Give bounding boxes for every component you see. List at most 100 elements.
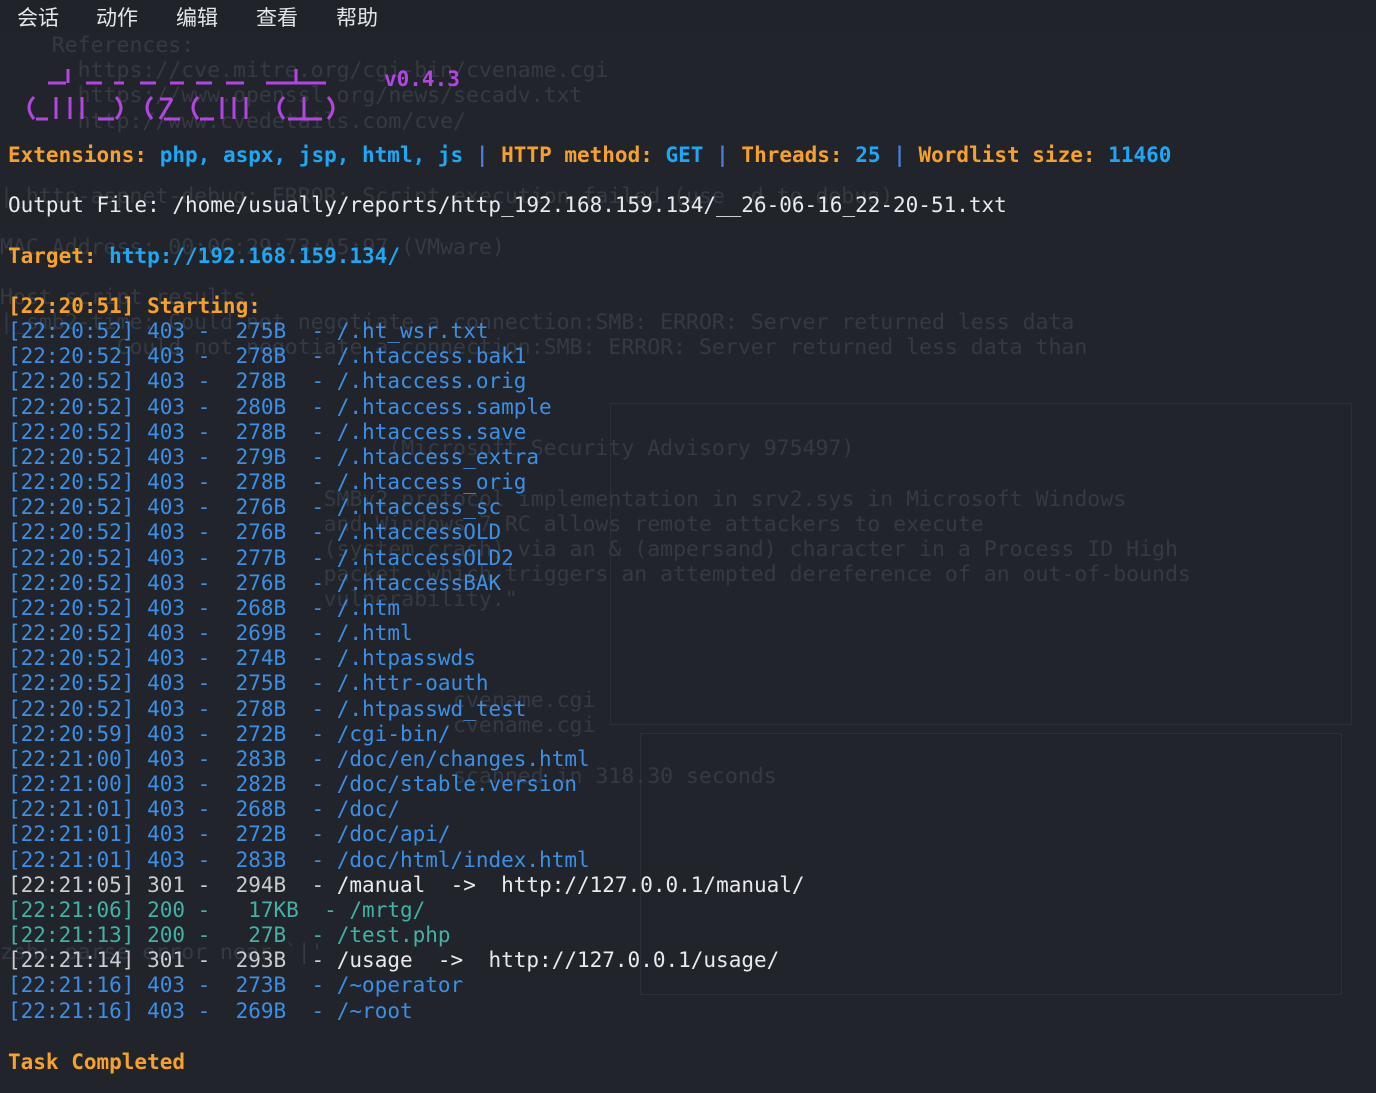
result-row: [22:21:01] 403 - 272B - /doc/api/ [8, 822, 451, 847]
result-path: /doc/en/changes.html [336, 746, 590, 771]
result-size: 278B [222, 470, 287, 494]
result-row: [22:20:52] 403 - 278B - /.htaccess_orig [8, 470, 527, 494]
result-path: /.htpasswd_test [336, 696, 527, 721]
dirsearch-logo: v0.4.3 [27, 69, 335, 121]
result-path: /.ht_wsr.txt [336, 319, 489, 343]
result-row: [22:20:52] 403 - 276B - /.htaccessOLD [8, 520, 502, 545]
result-status: 200 [147, 897, 186, 922]
result-row: [22:21:00] 403 - 282B - /doc/stable.vers… [8, 772, 577, 797]
extensions-value: php, aspx, jsp, html, js [159, 143, 464, 167]
result-row: [22:21:00] 403 - 283B - /doc/en/changes.… [8, 746, 590, 771]
result-size: 273B [222, 973, 287, 998]
result-time: [22:20:52] [8, 671, 135, 696]
result-time: [22:21:00] [8, 746, 135, 771]
menu-help[interactable]: 帮助 [336, 2, 378, 32]
result-status: 301 [147, 872, 186, 897]
result-time: [22:21:01] [8, 797, 135, 822]
result-time: [22:20:52] [8, 696, 135, 721]
result-size: 272B [222, 721, 287, 746]
result-row: [22:20:52] 403 - 268B - /.htm [8, 595, 400, 620]
result-row: [22:20:52] 403 - 269B - /.html [8, 621, 413, 645]
result-size: 268B [222, 595, 287, 620]
result-size: 278B [222, 369, 287, 394]
result-status: 403 [147, 369, 186, 394]
result-size: 17KB [222, 897, 299, 922]
result-size: 278B [222, 344, 287, 369]
result-size: 282B [222, 772, 287, 797]
result-status: 403 [147, 822, 186, 847]
result-size: 269B [222, 998, 287, 1023]
result-status: 403 [147, 470, 186, 494]
result-status: 403 [147, 998, 186, 1023]
result-status: 403 [147, 319, 186, 343]
result-time: [22:20:59] [8, 721, 135, 746]
config-line: Extensions: php, aspx, jsp, html, js | H… [8, 143, 1172, 167]
result-row: [22:21:01] 403 - 268B - /doc/ [8, 797, 400, 822]
result-status: 403 [147, 772, 186, 797]
method-value: GET [665, 143, 704, 167]
result-path: /.htaccess_sc [336, 495, 502, 520]
result-path: /.htaccess.bak1 [336, 344, 527, 369]
result-path: /.htpasswds [336, 646, 476, 671]
result-size: 276B [222, 495, 287, 520]
result-status: 200 [147, 923, 186, 948]
result-status: 403 [147, 621, 186, 645]
result-row: [22:20:52] 403 - 278B - /.htpasswd_test [8, 696, 527, 721]
result-path: /doc/stable.version [336, 772, 577, 797]
result-path: /.htaccess_orig [336, 470, 527, 494]
result-row: [22:21:05] 301 - 294B - /manual -> http:… [8, 872, 805, 897]
result-status: 403 [147, 495, 186, 520]
result-time: [22:20:52] [8, 470, 135, 494]
result-time: [22:20:52] [8, 369, 135, 394]
result-path: /test.php [336, 923, 451, 948]
result-time: [22:20:52] [8, 621, 135, 645]
result-redirect: -> http://127.0.0.1/usage/ [412, 948, 780, 973]
result-time: [22:20:52] [8, 570, 135, 595]
result-time: [22:20:52] [8, 646, 135, 671]
result-size: 275B [222, 671, 287, 696]
result-time: [22:21:01] [8, 847, 135, 872]
result-path: /.htaccessOLD [336, 520, 502, 545]
result-size: 269B [222, 621, 287, 645]
result-size: 279B [222, 444, 287, 469]
result-redirect: -> http://127.0.0.1/manual/ [425, 872, 805, 897]
result-status: 403 [147, 797, 186, 822]
result-row: [22:21:16] 403 - 269B - /~root [8, 998, 413, 1023]
result-size: 274B [222, 646, 287, 671]
result-row: [22:20:52] 403 - 275B - /.httr-oauth [8, 671, 489, 696]
result-status: 403 [147, 646, 186, 671]
result-row: [22:21:14] 301 - 293B - /usage -> http:/… [8, 948, 780, 973]
terminal-view[interactable]: References: https://cve.mitre.org/cgi-bi… [0, 33, 1376, 1093]
output-file-line: Output File: /home/usually/reports/http_… [8, 193, 1007, 217]
result-status: 403 [147, 721, 186, 746]
result-time: [22:21:01] [8, 822, 135, 847]
result-size: 276B [222, 520, 287, 545]
menu-bar: 会话 动作 编辑 查看 帮助 [0, 0, 1376, 33]
result-time: [22:20:52] [8, 495, 135, 520]
starting-line: [22:20:51] Starting: [8, 294, 261, 318]
dirsearch-output: v0.4.3 v0.4.3 Extensions: php, aspx, jsp… [0, 33, 1376, 1093]
result-size: 278B [222, 419, 287, 444]
result-time: [22:21:16] [8, 973, 135, 998]
result-time: [22:21:05] [8, 872, 135, 897]
result-status: 403 [147, 595, 186, 620]
result-row: [22:20:59] 403 - 272B - /cgi-bin/ [8, 721, 451, 746]
result-row: [22:21:01] 403 - 283B - /doc/html/index.… [8, 847, 590, 872]
result-time: [22:21:13] [8, 923, 135, 948]
result-status: 403 [147, 344, 186, 369]
result-time: [22:21:00] [8, 772, 135, 797]
result-status: 403 [147, 520, 186, 545]
result-status: 403 [147, 419, 186, 444]
result-time: [22:21:16] [8, 998, 135, 1023]
result-size: 293B [222, 948, 287, 973]
result-path: /cgi-bin/ [336, 721, 451, 746]
menu-actions[interactable]: 动作 [96, 2, 138, 32]
result-row: [22:20:52] 403 - 274B - /.htpasswds [8, 646, 476, 671]
result-time: [22:20:52] [8, 319, 135, 343]
result-path: /.htaccess.orig [336, 369, 527, 394]
result-size: 276B [222, 570, 287, 595]
menu-edit[interactable]: 编辑 [176, 2, 218, 32]
menu-view[interactable]: 查看 [256, 2, 298, 32]
menu-session[interactable]: 会话 [17, 2, 59, 32]
result-time: [22:20:52] [8, 545, 135, 570]
